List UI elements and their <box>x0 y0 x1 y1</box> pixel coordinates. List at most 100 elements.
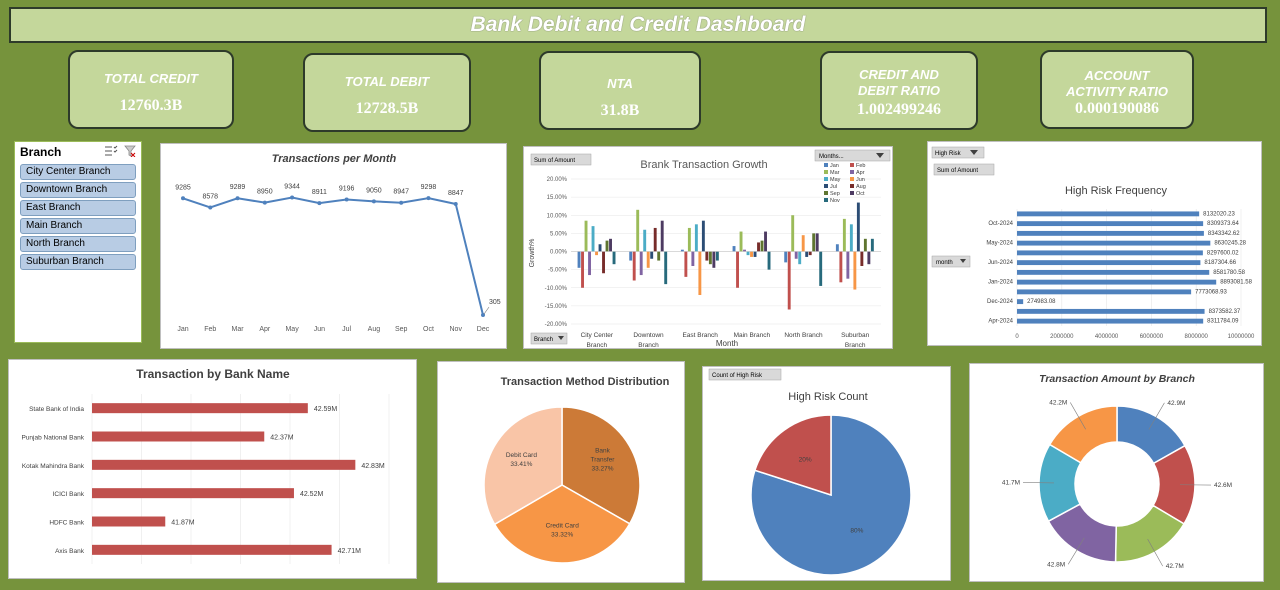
slice-label: 42.2M <box>1049 399 1067 406</box>
slicer-item-east[interactable]: East Branch <box>20 200 136 216</box>
months-filter-label: Months... <box>819 154 844 160</box>
high-risk-count-chart: Count of High Risk High Risk Count 80% 20… <box>708 368 912 576</box>
legend-swatch <box>824 170 828 174</box>
y-tick-label: 15.00% <box>547 195 568 201</box>
legend-label: Jan <box>830 163 839 169</box>
chart-title: Transaction by Bank Name <box>136 367 290 381</box>
bar <box>849 224 853 252</box>
slice-label: 80% <box>850 528 863 535</box>
slice-label: 42.7M <box>1166 563 1184 570</box>
data-label: 9285 <box>175 184 191 191</box>
bar <box>753 251 757 257</box>
data-label: 8132020.23 <box>1203 211 1235 217</box>
bar <box>598 244 602 252</box>
slice-label: Transfer <box>590 457 615 464</box>
data-point <box>290 195 295 200</box>
data-label: 42.71M <box>338 548 362 555</box>
slicer-item-suburban[interactable]: Suburban Branch <box>20 254 136 270</box>
kpi-value: 12760.3B <box>119 97 183 114</box>
multi-select-icon[interactable] <box>104 145 118 157</box>
bar <box>846 251 850 279</box>
chart-title: High Risk Frequency <box>1065 185 1168 197</box>
data-label: 8373582.37 <box>1209 309 1241 315</box>
bar <box>856 202 860 252</box>
x-tick-label: Sep <box>395 326 408 333</box>
x-tick-label: East Branch <box>682 332 718 339</box>
data-point <box>181 196 185 201</box>
clear-filter-icon[interactable] <box>124 145 136 157</box>
y-tick-label: Axis Bank <box>55 548 85 555</box>
bar <box>595 251 598 256</box>
bar <box>732 246 736 252</box>
slice-label: Credit Card <box>546 522 580 529</box>
y-tick-label: -20.00% <box>545 322 568 328</box>
bar <box>815 233 819 252</box>
kpi-account-activity-ratio: ACCOUNT ACTIVITY RATIO 0.000190086 <box>1040 50 1194 129</box>
slicer-item-main[interactable]: Main Branch <box>20 218 136 234</box>
pivot-field-label: Count of High Risk <box>712 373 763 379</box>
legend-swatch <box>850 177 854 181</box>
slicer-item-downtown[interactable]: Downtown Branch <box>20 182 136 198</box>
data-label: 8950 <box>257 189 273 196</box>
kpi-credit-debit-ratio: CREDIT AND DEBIT RATIO 1.002499246 <box>820 51 978 130</box>
data-label: 42.83M <box>361 463 385 470</box>
data-label: 9050 <box>366 187 382 194</box>
bar <box>636 209 640 252</box>
bar <box>808 251 812 256</box>
bar <box>1017 230 1204 236</box>
bar <box>1017 299 1024 305</box>
data-label: 8581780.58 <box>1213 270 1245 276</box>
bar <box>746 251 750 256</box>
bar <box>867 251 871 265</box>
data-label: 42.59M <box>314 406 338 413</box>
transaction-growth-panel: Sum of Amount Brank Transaction Growth M… <box>523 146 893 349</box>
bar <box>605 240 609 252</box>
bar <box>1017 221 1204 227</box>
bar <box>92 544 332 555</box>
data-point <box>453 201 458 206</box>
branch-slicer[interactable]: Branch City Center Branch Downtown Branc… <box>14 141 142 343</box>
kpi-label-line1: CREDIT AND <box>859 67 939 82</box>
x-tick-label: 2000000 <box>1050 334 1074 340</box>
transaction-amount-by-branch-panel: Transaction Amount by Branch 42.9M 42.6M 4… <box>969 363 1264 582</box>
bar <box>653 227 657 252</box>
bar <box>784 251 788 263</box>
bar <box>609 238 612 252</box>
bar <box>705 251 709 261</box>
kpi-value: 12728.5B <box>355 100 419 117</box>
slicer-item-city-center[interactable]: City Center Branch <box>20 164 136 180</box>
y-tick-label: Punjab National Bank <box>21 435 84 442</box>
legend-swatch <box>850 191 854 195</box>
legend-label: Aug <box>856 184 866 190</box>
bar <box>584 220 588 252</box>
x-tick-label: 8000000 <box>1185 334 1209 340</box>
chart-title: High Risk Count <box>788 391 867 403</box>
legend-label: Sep <box>830 191 840 197</box>
y-tick-label: Jun-2024 <box>988 260 1014 266</box>
data-label: 8847 <box>448 190 464 197</box>
data-point <box>399 200 404 205</box>
kpi-value: 0.000190086 <box>1075 100 1159 117</box>
bar <box>760 240 764 252</box>
bar <box>687 227 691 252</box>
data-label: 8893081.58 <box>1220 280 1252 286</box>
x-tick-label: Apr <box>259 326 271 333</box>
slicer-item-north[interactable]: North Branch <box>20 236 136 252</box>
bar <box>698 251 702 295</box>
y-tick-label: May-2024 <box>986 241 1013 247</box>
kpi-value: 31.8B <box>600 102 640 119</box>
x-tick-label: Branch <box>587 342 608 349</box>
bar <box>1017 318 1204 324</box>
legend-label: Apr <box>856 170 865 176</box>
high-risk-frequency-panel: High Risk Sum of Amount High Risk Freque… <box>927 141 1262 346</box>
kpi-label-line2: DEBIT RATIO <box>857 83 941 98</box>
data-point <box>344 197 349 202</box>
bar <box>764 231 767 252</box>
y-axis-title: Growth% <box>529 239 536 268</box>
data-point <box>426 196 431 201</box>
bar <box>739 231 743 252</box>
slice-label: Debit Card <box>506 452 537 459</box>
y-tick-label: 10.00% <box>547 213 568 219</box>
bar <box>1017 308 1205 314</box>
transaction-growth-chart: Sum of Amount Brank Transaction Growth M… <box>529 149 891 349</box>
